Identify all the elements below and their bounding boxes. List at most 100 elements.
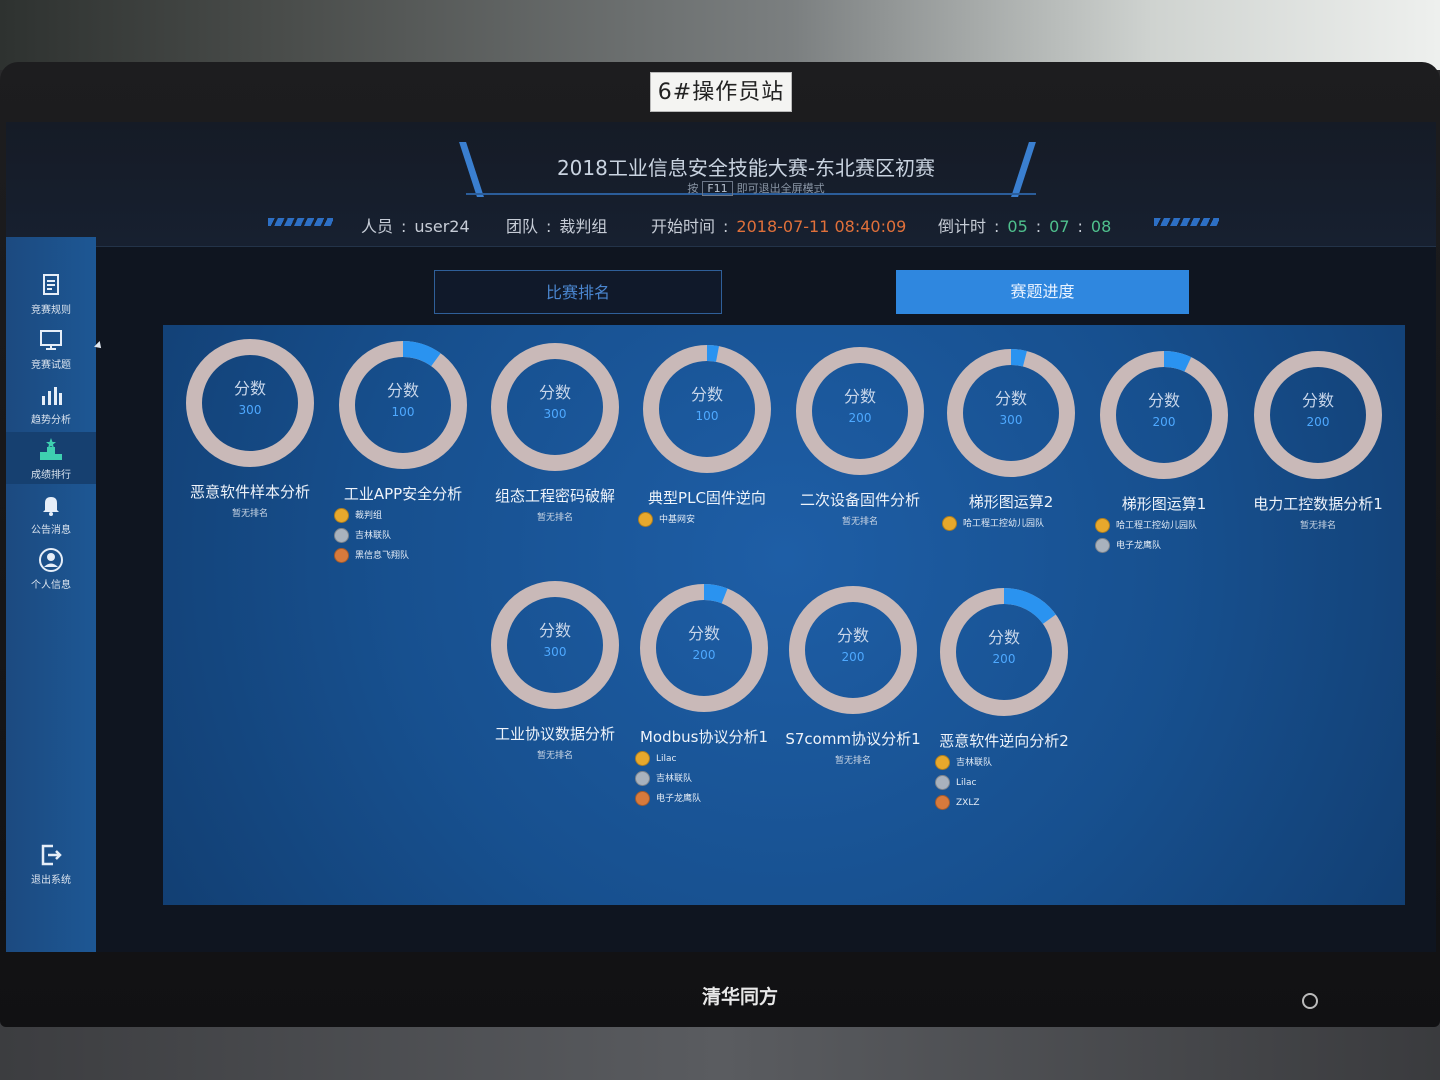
score-ring: 分数 300 xyxy=(175,333,325,473)
challenge-grid: 分数 300 恶意软件样本分析 暂无排名 分数 100 工业APP安全分析 裁判组 吉林联队 黑信… xyxy=(163,325,1405,905)
score-ring: 分数 200 xyxy=(778,580,928,720)
countdown-seconds: 08 xyxy=(1090,217,1112,236)
user-label: 人员 xyxy=(361,217,394,236)
score-caption: 分数 xyxy=(386,381,419,400)
rank-row: 黑信息飞翔队 xyxy=(334,548,478,568)
score-ring: 分数 100 xyxy=(632,339,782,479)
score-ring: 分数 300 xyxy=(480,575,630,715)
info-bar: 人员: user24 团队: 裁判组 开始时间:2018-07-11 08:40:0… xyxy=(6,210,1436,240)
sidebar: 竞赛规则 竞赛试题 趋势分析 成绩排行 公告消息 个人信息 退出系统 xyxy=(6,237,96,952)
rank-team-name: Lilac xyxy=(956,778,977,788)
challenge-card[interactable]: 分数 300 组态工程密码破解 暂无排名 xyxy=(480,337,630,523)
rank-row: 吉林联队 xyxy=(334,528,478,548)
no-rank-text: 暂无排名 xyxy=(834,756,871,766)
sidebar-item-rules[interactable]: 竞赛规则 xyxy=(6,267,96,319)
user-info: 人员: user24 xyxy=(361,217,470,236)
score-caption: 分数 xyxy=(1147,391,1180,410)
score-caption: 分数 xyxy=(538,621,571,640)
rank-list: 裁判组吉林联队黑信息飞翔队 xyxy=(328,508,478,568)
score-ring: 分数 100 xyxy=(328,335,478,475)
sidebar-item-label: 个人信息 xyxy=(31,580,71,591)
score-value: 100 xyxy=(695,409,719,423)
gold-medal-icon xyxy=(935,755,950,770)
countdown-minutes: 07 xyxy=(1049,217,1070,236)
countdown-info: 倒计时:05:07:08 xyxy=(938,217,1112,236)
challenge-card[interactable]: 分数 100 典型PLC固件逆向中基网安 xyxy=(632,339,782,532)
challenge-card[interactable]: 分数 300 恶意软件样本分析 暂无排名 xyxy=(175,333,325,519)
monitor-brand-logo: 清华同方 xyxy=(701,986,778,1008)
rank-team-name: 裁判组 xyxy=(355,511,383,521)
score-ring: 分数 200 xyxy=(929,582,1079,722)
power-icon xyxy=(1302,993,1318,1009)
challenge-card[interactable]: 分数 300 梯形图运算2 哈工程工控幼儿园队 xyxy=(936,343,1086,536)
challenge-title: 工业APP安全分析 xyxy=(343,485,463,503)
tab-progress[interactable]: 赛题进度 xyxy=(896,270,1189,314)
rank-team-name: ZXLZ xyxy=(956,798,980,808)
header: 2018工业信息安全技能大赛-东北赛区初赛 按 F11 即可退出全屏模式 人员: us… xyxy=(6,122,1436,247)
gold-medal-icon xyxy=(635,751,650,766)
challenge-card[interactable]: 分数 200 二次设备固件分析 暂无排名 xyxy=(785,341,935,527)
challenge-card[interactable]: 分数 200 恶意软件逆向分析2 吉林联队 Lilac ZXLZ xyxy=(929,582,1079,815)
score-ring: 分数 200 xyxy=(1089,345,1239,485)
rank-row: Lilac xyxy=(935,775,1079,795)
rank-team-name: 哈工程工控幼儿园队 xyxy=(1116,521,1198,531)
challenge-title: 典型PLC固件逆向 xyxy=(648,489,766,507)
bar-chart-icon xyxy=(42,387,62,405)
score-caption: 分数 xyxy=(690,385,723,404)
challenge-title: 恶意软件逆向分析2 xyxy=(939,732,1069,750)
sidebar-item-profile[interactable]: 个人信息 xyxy=(6,542,96,594)
rank-row: 吉林联队 xyxy=(935,755,1079,775)
score-caption: 分数 xyxy=(687,624,720,643)
challenge-title: 电力工控数据分析1 xyxy=(1253,495,1383,513)
user-icon xyxy=(39,548,63,572)
sidebar-item-label: 竞赛规则 xyxy=(31,305,71,316)
challenge-title: 梯形图运算1 xyxy=(1121,495,1207,513)
score-value: 200 xyxy=(992,652,1016,666)
rank-list: 吉林联队 Lilac ZXLZ xyxy=(929,755,1079,815)
bronze-medal-icon xyxy=(635,791,650,806)
challenge-card[interactable]: 分数 200 Modbus协议分析1 Lilac 吉林联队 电子龙鹰队 xyxy=(629,578,779,811)
score-caption: 分数 xyxy=(987,628,1020,647)
rules-icon xyxy=(43,274,59,295)
challenge-card[interactable]: 分数 200 S7comm协议分析1 暂无排名 xyxy=(778,580,928,766)
monitor-icon xyxy=(40,330,62,350)
rank-team-name: 中基网安 xyxy=(659,515,696,525)
challenge-card[interactable]: 分数 100 工业APP安全分析裁判组吉林联队黑信息飞翔队 xyxy=(328,335,478,568)
sidebar-item-logout[interactable]: 退出系统 xyxy=(6,837,96,889)
rank-row: 裁判组 xyxy=(334,508,478,528)
rank-row: 哈工程工控幼儿园队 xyxy=(942,516,1086,536)
screen: 2018工业信息安全技能大赛-东北赛区初赛 按 F11 即可退出全屏模式 人员: us… xyxy=(6,122,1436,952)
score-value: 300 xyxy=(238,403,262,417)
bronze-medal-icon xyxy=(935,795,950,810)
rank-team-name: 吉林联队 xyxy=(956,758,993,768)
challenge-card[interactable]: 分数 200 电力工控数据分析1 暂无排名 xyxy=(1243,345,1393,531)
rank-team-name: 吉林联队 xyxy=(355,531,392,541)
challenge-title: 组态工程密码破解 xyxy=(494,487,615,505)
challenge-card[interactable]: 分数 200 梯形图运算1 哈工程工控幼儿园队电子龙鹰队 xyxy=(1089,345,1239,558)
score-caption: 分数 xyxy=(994,389,1027,408)
rank-team-name: 电子龙鹰队 xyxy=(656,794,702,804)
score-caption: 分数 xyxy=(836,626,869,645)
sidebar-item-questions[interactable]: 竞赛试题 xyxy=(6,322,96,374)
no-rank-text: 暂无排名 xyxy=(841,517,878,527)
bell-icon xyxy=(43,497,59,516)
no-rank-text: 暂无排名 xyxy=(1299,521,1336,531)
rank-row: Lilac xyxy=(635,751,779,771)
score-caption: 分数 xyxy=(233,379,266,398)
rank-list: 中基网安 xyxy=(632,512,782,532)
challenge-card[interactable]: 分数 300 工业协议数据分析 暂无排名 xyxy=(480,575,630,761)
challenge-title: 二次设备固件分析 xyxy=(799,491,920,509)
rank-list: 哈工程工控幼儿园队 xyxy=(936,516,1086,536)
team-value: 裁判组 xyxy=(559,217,608,236)
score-caption: 分数 xyxy=(843,387,876,406)
tab-ranking[interactable]: 比赛排名 xyxy=(434,270,722,314)
sidebar-item-ranking[interactable]: 成绩排行 xyxy=(6,432,96,484)
rank-row: 电子龙鹰队 xyxy=(1095,538,1239,558)
sidebar-item-trends[interactable]: 趋势分析 xyxy=(6,377,96,429)
silver-medal-icon xyxy=(1095,538,1110,553)
sidebar-item-announcements[interactable]: 公告消息 xyxy=(6,487,96,539)
team-label: 团队 xyxy=(506,217,539,236)
fullscreen-hint-suffix: 即可退出全屏模式 xyxy=(736,182,825,195)
desk-surface xyxy=(0,1020,1440,1080)
background-environment xyxy=(0,0,1440,70)
